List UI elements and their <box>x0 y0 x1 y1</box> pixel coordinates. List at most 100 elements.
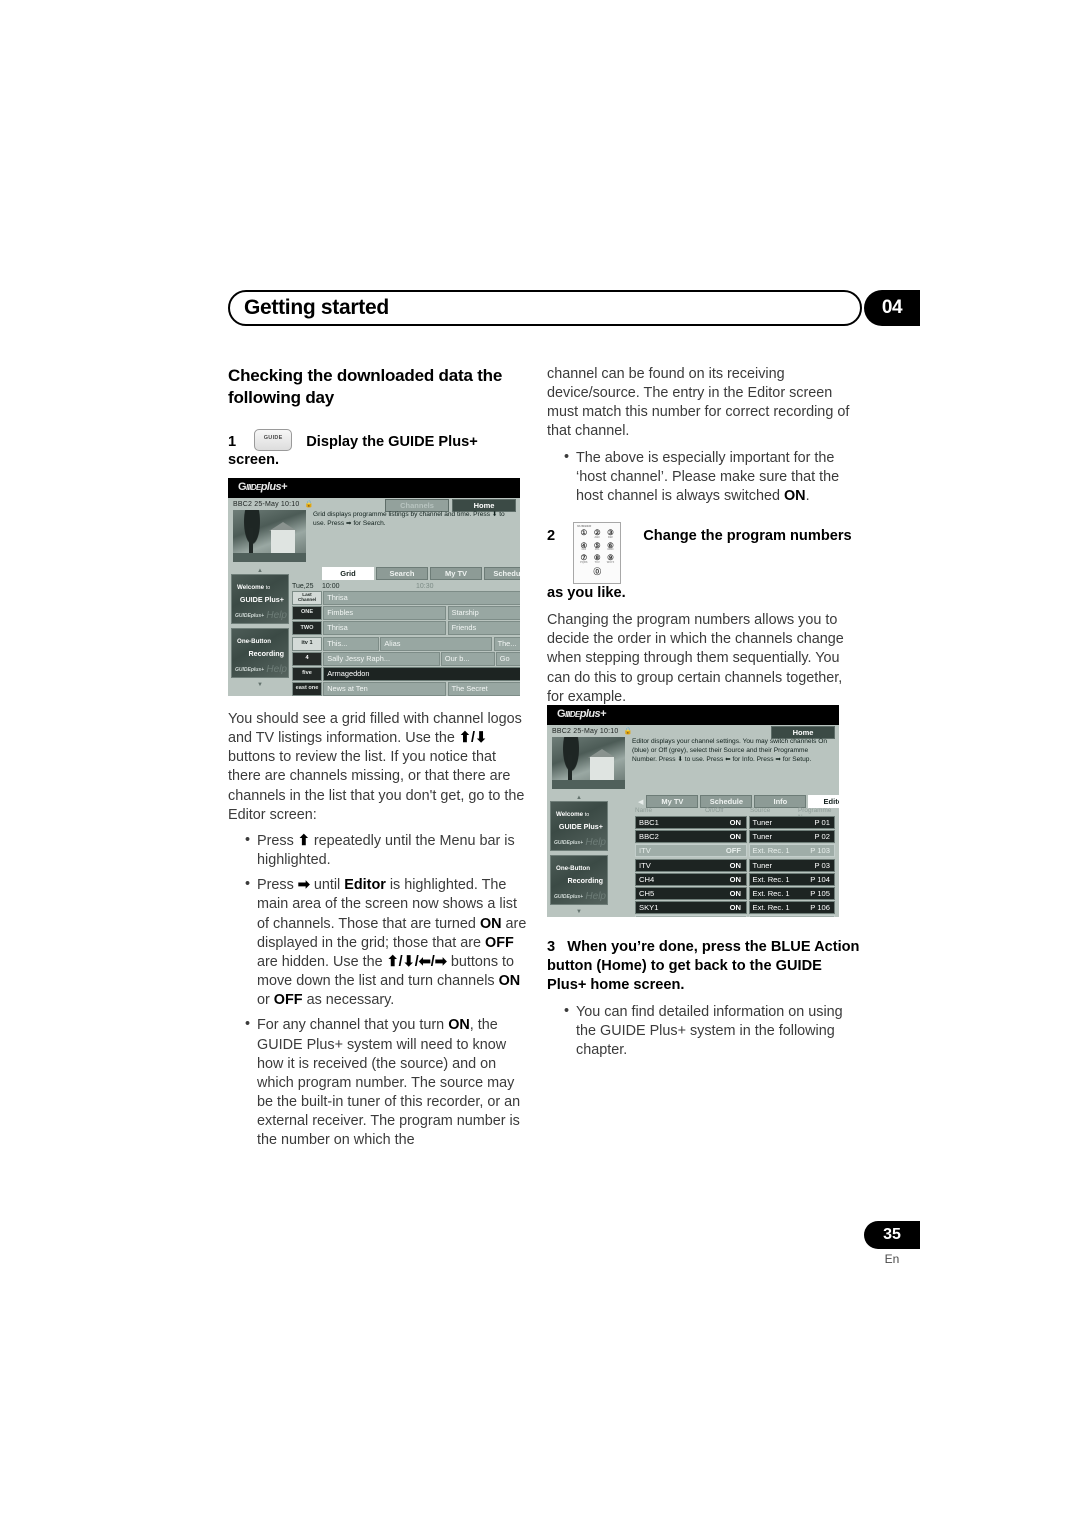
bullet-press-up: Press ⬆ repeatedly until the Menu bar is… <box>245 831 528 870</box>
editor-programme-number[interactable]: P 104 <box>810 875 834 884</box>
editor-name-onoff-cell[interactable]: CH4 ON <box>635 872 747 886</box>
programme-cell[interactable]: Starship▶ <box>447 606 520 621</box>
side-card-welcome-line1: Welcome to <box>556 811 590 818</box>
editor-onoff-state[interactable]: ON <box>730 903 746 912</box>
programme-cell[interactable]: Alias <box>380 636 493 651</box>
editor-source[interactable]: Ext. Rec. 1 <box>750 875 811 884</box>
menu-left-arrow-icon[interactable]: ◀ <box>637 798 644 806</box>
programme-cell[interactable]: Go <box>495 651 520 666</box>
programme-cell[interactable]: Friends▶ <box>447 621 520 636</box>
editor-source-programme-cell[interactable]: Ext. Rec. 1P 115 <box>748 915 835 917</box>
editor-onoff-state[interactable]: ON <box>730 832 746 841</box>
tab-grid[interactable]: Grid <box>322 567 374 580</box>
grid-row[interactable]: fiveArmageddon▶ <box>292 666 520 681</box>
editor-source-programme-cell[interactable]: Tuner P 02 <box>748 830 835 844</box>
programme-cell[interactable]: Thrisa <box>323 621 447 636</box>
side-card-welcome[interactable]: Welcome to GUIDE Plus+ Help GUIDEplus+ <box>231 574 289 624</box>
editor-name-onoff-cell[interactable]: ITV ON <box>635 858 747 872</box>
programme-cell[interactable]: Thrisa▶ <box>323 591 520 605</box>
side-card-one-button-recording[interactable]: One-Button Recording Help GUIDEplus+ <box>550 855 608 905</box>
step-3-block: 3 When you’re done, press the BLUE Actio… <box>547 938 862 1067</box>
programme-cell[interactable]: The Secret <box>447 682 520 696</box>
tab-schedule[interactable]: Schedule <box>484 567 520 580</box>
editor-source-programme-cell[interactable]: Ext. Rec. 1P 105 <box>748 886 835 900</box>
header-name: Name <box>635 807 653 814</box>
editor-programme-number[interactable]: P 02 <box>815 832 834 841</box>
left-column-body: You should see a grid filled with channe… <box>228 710 528 1157</box>
grid-logo-bar: GIIIDEplus+ <box>228 478 520 498</box>
editor-source-programme-cell[interactable]: Ext. Rec. 1P 104 <box>748 872 835 886</box>
editor-source[interactable]: Tuner <box>750 861 815 870</box>
editor-table-row[interactable]: ITV ON Tuner P 03 <box>635 858 835 872</box>
programme-cell[interactable]: This... <box>323 636 380 651</box>
programme-title: Go <box>499 653 510 663</box>
editor-source[interactable]: Tuner <box>750 832 815 841</box>
editor-side-panels: ▲ Welcome to GUIDE Plus+ Help GUIDEplus+… <box>550 795 608 915</box>
tab-my-tv[interactable]: My TV <box>430 567 482 580</box>
editor-name-onoff-cell[interactable]: CH5 ON <box>635 886 747 900</box>
editor-programme-number[interactable]: P 103 <box>810 846 834 855</box>
channel-logo: east one <box>292 682 322 696</box>
grid-side-panels: ▲ Welcome to GUIDE Plus+ Help GUIDEplus+… <box>231 568 289 688</box>
grid-row[interactable]: Last ChannelThrisa▶ <box>292 591 520 605</box>
editor-source-programme-cell[interactable]: Ext. Rec. 1P 106 <box>748 901 835 915</box>
editor-table-row[interactable]: BBC1 ON Tuner P 01 <box>635 816 835 829</box>
editor-table-row[interactable]: BBC3OFFExt. Rec. 1P 115 <box>635 915 835 917</box>
editor-source-programme-cell[interactable]: Tuner P 01 <box>748 816 835 829</box>
editor-name-onoff-cell[interactable]: BBC2 ON <box>635 830 747 844</box>
side-card-welcome-line1: Welcome to <box>237 584 271 591</box>
editor-onoff-state[interactable]: ON <box>730 889 746 898</box>
editor-status-line: BBC2 25-May 10:10 🔒 <box>552 727 632 735</box>
side-down-arrow-icon[interactable]: ▼ <box>550 909 608 915</box>
editor-video-thumbnail <box>552 737 625 789</box>
programme-cell[interactable]: Our b... <box>440 651 495 666</box>
grid-row[interactable]: ONE Fimbles Starship▶ <box>292 606 520 621</box>
editor-table-row[interactable]: CH4 ON Ext. Rec. 1P 104 <box>635 872 835 886</box>
editor-programme-number[interactable]: P 105 <box>810 889 834 898</box>
programme-cell[interactable]: News at Ten <box>323 682 447 696</box>
side-card-welcome[interactable]: Welcome to GUIDE Plus+ Help GUIDEplus+ <box>550 801 608 851</box>
editor-name-onoff-cell[interactable]: SKY1 ON <box>635 901 747 915</box>
editor-source[interactable]: Ext. Rec. 1 <box>750 889 811 898</box>
editor-table-row[interactable]: ITV OFF Ext. Rec. 1P 103 <box>635 844 835 858</box>
editor-table-row[interactable]: SKY1 ON Ext. Rec. 1P 106 <box>635 901 835 915</box>
side-card-mini-logo: GUIDEplus+ <box>235 613 265 619</box>
programme-cell[interactable]: Fimbles <box>323 606 447 621</box>
programme-cell[interactable]: Armageddon▶ <box>323 666 520 681</box>
grid-row[interactable]: east one News at Ten The Secret <box>292 682 520 696</box>
tab-search[interactable]: Search <box>376 567 428 580</box>
editor-onoff-state[interactable]: ON <box>730 875 746 884</box>
editor-source[interactable]: Ext. Rec. 1 <box>750 846 811 855</box>
programme-cell[interactable]: Sally Jessy Raph... <box>323 651 440 666</box>
grid-time-1: 10:00 <box>322 582 340 590</box>
editor-source-programme-cell[interactable]: Tuner P 03 <box>748 858 835 872</box>
side-card-one-button-recording[interactable]: One-Button Recording Help GUIDEplus+ <box>231 628 289 678</box>
editor-table-row[interactable]: BBC2 ON Tuner P 02 <box>635 830 835 844</box>
side-down-arrow-icon[interactable]: ▼ <box>231 682 289 688</box>
editor-onoff-state[interactable]: ON <box>730 818 746 827</box>
editor-name-onoff-cell[interactable]: ITV OFF <box>635 844 747 858</box>
editor-onoff-state[interactable]: OFF <box>726 846 746 855</box>
number-keypad-icon: NUMBER ① ② ABC ③ DEF ④ GHI ⑤ JKL ⑥ MNO ⑦ PQRS … <box>573 522 622 585</box>
editor-source[interactable]: Tuner <box>750 818 815 827</box>
step-1-number: 1 <box>228 433 237 450</box>
guide-plus-logo: GIIIDEplus+ <box>238 481 287 493</box>
grid-row[interactable]: 4 Sally Jessy Raph... Our b... Go <box>292 651 520 666</box>
editor-source-programme-cell[interactable]: Ext. Rec. 1P 103 <box>748 844 835 858</box>
programme-title: News at Ten <box>327 684 368 694</box>
editor-programme-number[interactable]: P 01 <box>815 818 834 827</box>
editor-source[interactable]: Ext. Rec. 1 <box>750 903 811 912</box>
editor-name-onoff-cell[interactable]: BBC1 ON <box>635 816 747 829</box>
editor-table-row[interactable]: CH5 ON Ext. Rec. 1P 105 <box>635 886 835 900</box>
editor-programme-number[interactable]: P 03 <box>815 861 834 870</box>
grid-row[interactable]: itv 1 This... Alias The...▶ <box>292 636 520 651</box>
programme-title: Thrisa <box>327 593 348 602</box>
grid-row[interactable]: TWO Thrisa Friends▶ <box>292 621 520 636</box>
editor-programme-number[interactable]: P 106 <box>810 903 834 912</box>
editor-onoff-state[interactable]: ON <box>730 861 746 870</box>
editor-channel-name: SKY1 <box>639 903 659 913</box>
editor-name-onoff-cell[interactable]: BBC3OFF <box>635 915 747 917</box>
guide-button-icon: GUIDE <box>254 428 293 451</box>
grid-body: BBC2 25-May 10:10 🔒 Channels Home Grid di… <box>228 498 520 696</box>
programme-cell[interactable]: The...▶ <box>493 636 520 651</box>
